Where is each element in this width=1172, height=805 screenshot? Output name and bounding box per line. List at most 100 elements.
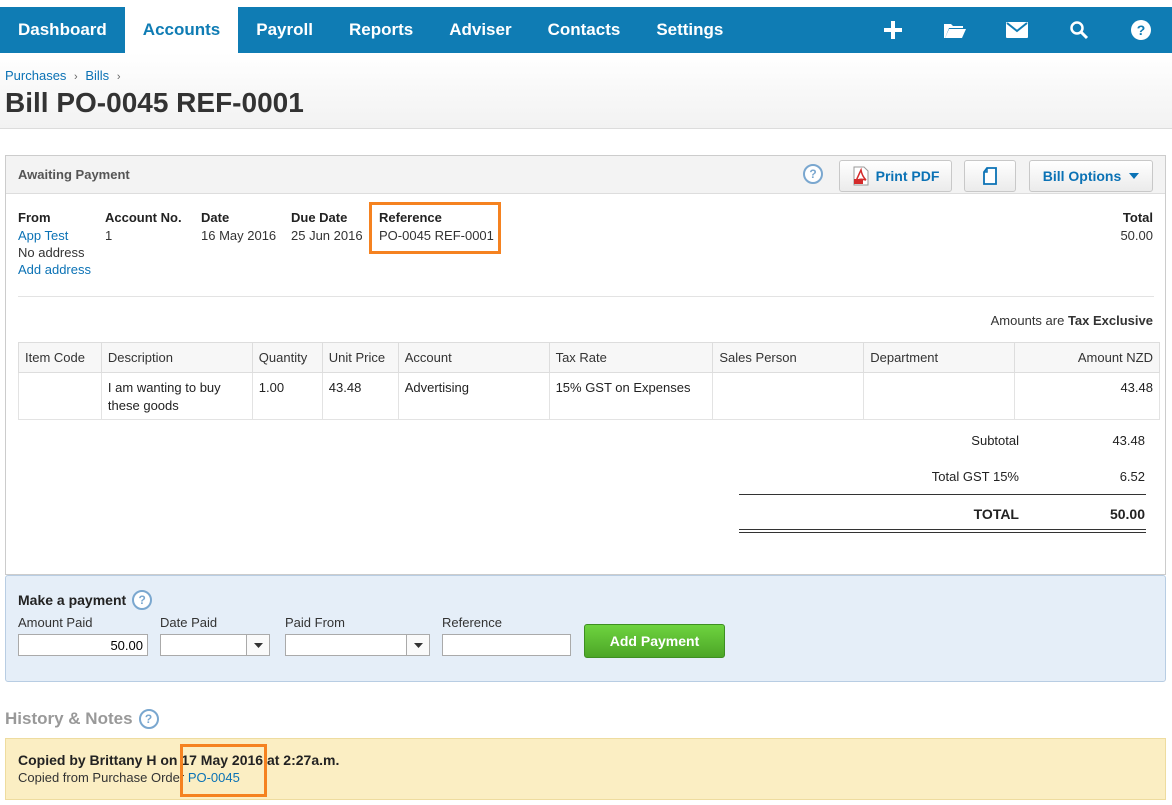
divider — [18, 296, 1154, 297]
account-no-value: 1 — [105, 228, 113, 243]
payment-reference-label: Reference — [442, 615, 502, 630]
date-value: 16 May 2016 — [201, 228, 277, 243]
breadcrumb-separator: › — [116, 71, 121, 83]
amounts-are-text: Amounts are Tax Exclusive — [991, 313, 1153, 328]
col-description: Description — [100, 342, 253, 373]
caret-down-icon — [1129, 173, 1140, 179]
line-items-table: Item Code Description Quantity Unit Pric… — [18, 342, 1160, 420]
breadcrumb-separator: › — [74, 71, 78, 83]
date-paid-label: Date Paid — [160, 615, 218, 630]
due-date-value: 25 Jun 2016 — [291, 228, 363, 243]
date-highlight-box — [180, 744, 267, 797]
cell-sales-person — [712, 372, 865, 420]
nav-reports[interactable]: Reports — [331, 7, 431, 53]
make-payment-panel: Make a payment ? Amount Paid Date Paid P… — [5, 575, 1166, 682]
copy-button[interactable] — [964, 160, 1016, 192]
pdf-icon — [853, 166, 869, 186]
history-notes-title: History & Notes — [5, 709, 133, 728]
bill-options-button[interactable]: Bill Options — [1029, 160, 1153, 192]
caret-down-icon — [253, 642, 263, 648]
caret-down-icon — [413, 642, 423, 648]
nav-accounts[interactable]: Accounts — [124, 7, 239, 53]
history-detail-text: Copied from Purchase Order — [18, 770, 185, 785]
total-value: 50.00 — [1120, 228, 1153, 243]
svg-text:?: ? — [1137, 22, 1146, 38]
cell-department — [863, 372, 1016, 420]
search-icon[interactable] — [1048, 7, 1110, 53]
print-pdf-label: Print PDF — [875, 168, 940, 184]
nav-icon-group: ? — [862, 7, 1172, 53]
gst-value: 6.52 — [1119, 469, 1145, 484]
cell-account: Advertising — [397, 372, 550, 420]
tax-mode-value: Tax Exclusive — [1067, 313, 1153, 328]
table-row: I am wanting to buy these goods 1.00 43.… — [18, 372, 1160, 420]
date-picker-button[interactable] — [246, 634, 270, 656]
plus-icon[interactable] — [862, 7, 924, 53]
cell-item-code — [18, 372, 102, 420]
from-label: From — [18, 210, 51, 225]
breadcrumb-bills[interactable]: Bills — [85, 68, 109, 83]
nav-payroll[interactable]: Payroll — [238, 7, 331, 53]
cell-quantity: 1.00 — [251, 372, 323, 420]
folder-icon[interactable] — [924, 7, 986, 53]
paid-from-dropdown-button[interactable] — [406, 634, 430, 656]
amounts-are-label: Amounts are — [990, 313, 1065, 328]
date-label: Date — [201, 210, 230, 225]
grand-total-value: 50.00 — [1109, 506, 1145, 522]
mail-icon[interactable] — [986, 7, 1048, 53]
col-quantity: Quantity — [251, 342, 323, 373]
col-account: Account — [397, 342, 550, 373]
table-header-row: Item Code Description Quantity Unit Pric… — [18, 342, 1160, 373]
page-title: Bill PO-0045 REF-0001 — [5, 87, 304, 118]
bill-options-label: Bill Options — [1042, 168, 1122, 184]
no-address-text: No address — [18, 245, 85, 260]
cell-amount: 43.48 — [1014, 372, 1160, 420]
col-sales-person: Sales Person — [712, 342, 865, 373]
nav-contacts[interactable]: Contacts — [530, 7, 639, 53]
bill-panel: Awaiting Payment ? Print PDF Bill Option… — [5, 155, 1166, 575]
from-contact-link[interactable]: App Test — [18, 228, 68, 243]
total-rule — [739, 494, 1146, 495]
nav-adviser[interactable]: Adviser — [431, 7, 529, 53]
history-entry-title: Copied by Brittany H on 17 May 2016 at 2… — [18, 752, 340, 768]
account-no-label: Account No. — [105, 210, 182, 225]
date-paid-input[interactable] — [160, 634, 247, 656]
paid-from-select[interactable] — [285, 634, 407, 656]
page-header: Purchases › Bills › Bill PO-0045 REF-000… — [0, 53, 1172, 129]
gst-label: Total GST 15% — [931, 469, 1019, 484]
grand-total-label: TOTAL — [973, 506, 1019, 522]
status-label: Awaiting Payment — [18, 167, 130, 182]
amount-paid-label: Amount Paid — [18, 615, 93, 630]
history-entry: Copied by Brittany H on 17 May 2016 at 2… — [5, 738, 1166, 800]
cell-description: I am wanting to buy these goods — [100, 372, 253, 420]
add-address-link[interactable]: Add address — [18, 262, 91, 277]
help-icon[interactable]: ? — [1110, 7, 1172, 53]
double-rule-bottom — [739, 532, 1146, 533]
double-rule-top — [739, 529, 1146, 530]
help-icon[interactable]: ? — [132, 590, 153, 610]
col-amount: Amount NZD — [1014, 342, 1160, 373]
breadcrumb: Purchases › Bills › — [5, 68, 124, 83]
col-unit-price: Unit Price — [321, 342, 399, 373]
col-tax-rate: Tax Rate — [548, 342, 714, 373]
history-notes-heading: History & Notes ? — [5, 709, 159, 729]
help-icon[interactable]: ? — [138, 709, 159, 729]
breadcrumb-purchases[interactable]: Purchases — [5, 68, 66, 83]
make-payment-title: Make a payment ? — [18, 590, 153, 610]
col-item-code: Item Code — [18, 342, 102, 373]
nav-dashboard[interactable]: Dashboard — [0, 7, 125, 53]
document-icon — [983, 167, 997, 185]
help-icon[interactable]: ? — [803, 164, 823, 184]
payment-reference-input[interactable] — [442, 634, 571, 656]
top-nav: Dashboard Accounts Payroll Reports Advis… — [0, 7, 1172, 53]
bill-header-bar: Awaiting Payment ? Print PDF Bill Option… — [6, 156, 1165, 194]
print-pdf-button[interactable]: Print PDF — [839, 160, 952, 192]
make-payment-label: Make a payment — [18, 592, 127, 608]
due-date-label: Due Date — [291, 210, 348, 225]
add-payment-button[interactable]: Add Payment — [584, 624, 725, 658]
amount-paid-input[interactable] — [18, 634, 148, 656]
subtotal-label: Subtotal — [971, 433, 1019, 448]
reference-highlight-box — [369, 202, 501, 254]
nav-settings[interactable]: Settings — [638, 7, 741, 53]
paid-from-label: Paid From — [285, 615, 345, 630]
